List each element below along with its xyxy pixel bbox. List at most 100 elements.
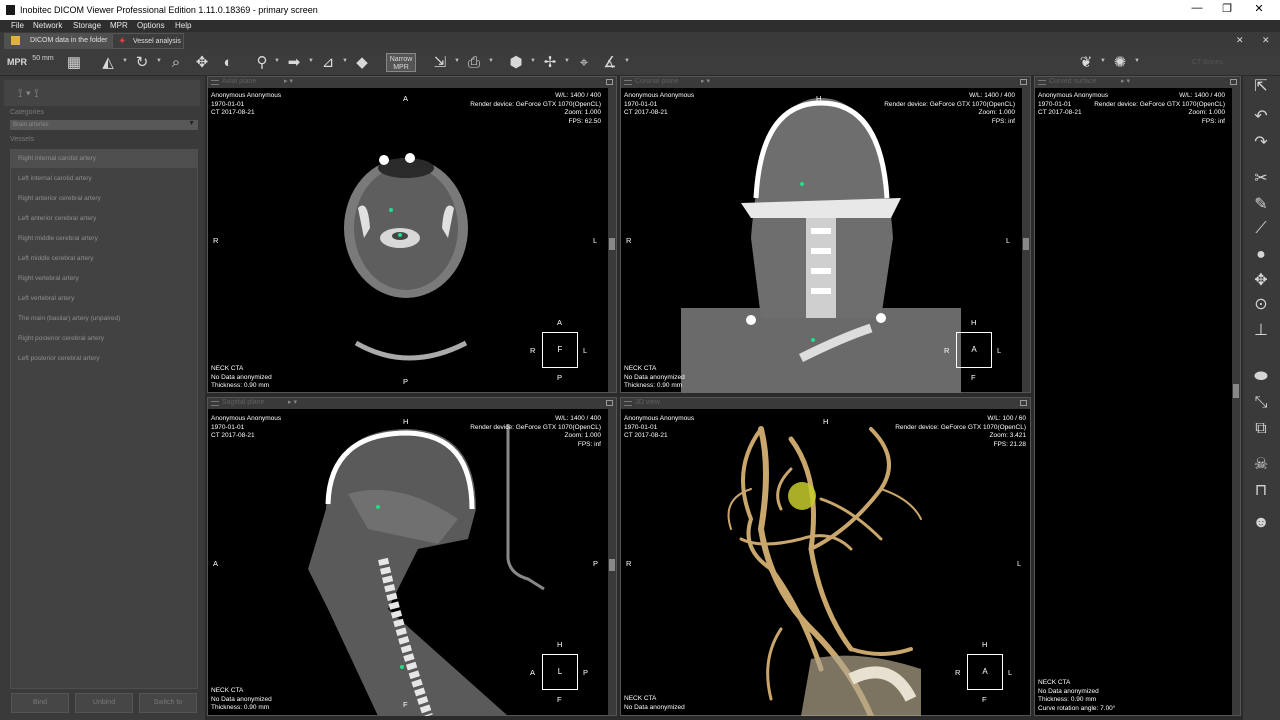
angle-icon[interactable]: ∡ bbox=[600, 53, 620, 72]
grip-icon[interactable] bbox=[211, 401, 219, 406]
cut-icon[interactable]: ✂ bbox=[1247, 168, 1275, 190]
viewport-menu-icon[interactable]: ▸ ▾ bbox=[1121, 77, 1130, 85]
zoom-icon[interactable]: ⌕ bbox=[166, 53, 186, 72]
probe-icon[interactable]: ⊥ bbox=[1247, 320, 1275, 342]
list-item[interactable]: Left middle cerebral artery bbox=[11, 250, 197, 268]
vertical-scrollbar[interactable] bbox=[608, 88, 616, 392]
menu-help[interactable]: Help bbox=[175, 21, 191, 30]
vessel-tool-icon[interactable]: ⟟ ▾ ⟟ bbox=[18, 86, 39, 101]
maximize-viewport-icon[interactable] bbox=[606, 400, 613, 406]
grip-icon[interactable] bbox=[624, 80, 632, 85]
layout-preset-button[interactable]: Narrow MPR bbox=[386, 53, 416, 72]
switch-to-button[interactable]: Switch to bbox=[139, 693, 197, 713]
series-description: NECK CTA bbox=[211, 365, 244, 372]
close-button[interactable]: ✕ bbox=[1244, 2, 1274, 18]
menu-mpr[interactable]: MPR bbox=[110, 21, 128, 30]
viewport-menu-icon[interactable]: ▸ ▾ bbox=[284, 77, 293, 85]
undo-icon[interactable]: ↶ bbox=[1247, 106, 1275, 128]
grip-icon[interactable] bbox=[624, 401, 632, 406]
close-tab-icon[interactable]: ✕ bbox=[1262, 35, 1270, 46]
maximize-viewport-icon[interactable] bbox=[1020, 400, 1027, 406]
cube-label-right: P bbox=[583, 668, 589, 677]
vertical-scrollbar[interactable] bbox=[1232, 88, 1240, 715]
list-item[interactable]: Left anterior cerebral artery bbox=[11, 210, 197, 228]
list-item[interactable]: Left vertebral artery bbox=[11, 290, 197, 308]
minimize-button[interactable]: — bbox=[1182, 2, 1212, 18]
menu-options[interactable]: Options bbox=[137, 21, 165, 30]
list-item[interactable]: Right middle cerebral artery bbox=[11, 230, 197, 248]
cube-icon[interactable]: ⬢ bbox=[506, 53, 526, 72]
measure-scale-button[interactable]: 50 mm bbox=[32, 53, 54, 72]
maximize-viewport-icon[interactable] bbox=[606, 79, 613, 85]
vertical-scrollbar[interactable] bbox=[608, 409, 616, 715]
coronal-viewport[interactable]: Coronal plane ▸ ▾ Anonymous Anonymous 19… bbox=[620, 76, 1031, 393]
tab-dicom-folder[interactable]: DICOM data in the folder bbox=[4, 33, 112, 49]
pan-icon[interactable]: ✥ bbox=[192, 53, 212, 72]
skull-icon[interactable]: ☠ bbox=[1247, 454, 1275, 476]
viewport-menu-icon[interactable]: ▸ ▾ bbox=[701, 77, 710, 85]
viewport-menu-icon[interactable]: ▸ ▾ bbox=[288, 398, 297, 406]
move3d-icon[interactable]: ✢ bbox=[540, 53, 560, 72]
crosshair-icon[interactable]: ⌖ bbox=[574, 53, 594, 72]
sphere-icon[interactable]: ● bbox=[1247, 244, 1275, 266]
target-icon[interactable]: ⊙ bbox=[1247, 294, 1275, 316]
orientation-cube[interactable]: A bbox=[956, 332, 992, 368]
head-icon[interactable]: ☻ bbox=[1247, 512, 1275, 534]
contrast-icon[interactable]: ◐ bbox=[218, 53, 238, 72]
maximize-viewport-icon[interactable] bbox=[1230, 79, 1237, 85]
redo-icon[interactable]: ↷ bbox=[1247, 132, 1275, 154]
orientation-cube[interactable]: F bbox=[542, 332, 578, 368]
list-item[interactable]: Right vertebral artery bbox=[11, 270, 197, 288]
arrow-icon[interactable]: ➡ bbox=[284, 53, 304, 72]
flip-icon[interactable]: ◭ bbox=[98, 53, 118, 72]
maximize-viewport-icon[interactable] bbox=[1020, 79, 1027, 85]
bind-button[interactable]: Bind bbox=[11, 693, 69, 713]
orientation-cube[interactable]: L bbox=[542, 654, 578, 690]
orientation-bottom: F bbox=[403, 700, 408, 709]
path-icon[interactable]: ⟋ bbox=[1247, 218, 1275, 240]
grip-icon[interactable] bbox=[211, 80, 219, 85]
zoom-level: Zoom: 3.421 bbox=[989, 432, 1027, 439]
layers-icon[interactable]: ⧉ bbox=[1247, 418, 1275, 440]
ruler-icon[interactable]: ⊿ bbox=[318, 53, 338, 72]
menu-storage[interactable]: Storage bbox=[73, 21, 101, 30]
unbind-button[interactable]: Unbind bbox=[75, 693, 133, 713]
print-icon[interactable]: ⎙ bbox=[464, 53, 484, 72]
capsule-icon[interactable]: ⬬ bbox=[1247, 366, 1275, 388]
mpr-button[interactable]: MPR bbox=[6, 53, 28, 72]
list-item[interactable]: Right posterior cerebral artery bbox=[11, 330, 197, 348]
brain-icon[interactable]: ❦ bbox=[1076, 53, 1096, 72]
list-item[interactable]: The main (basilar) artery (unpaired) bbox=[11, 310, 197, 328]
move-icon[interactable]: ✥ bbox=[1247, 270, 1275, 292]
eraser-icon[interactable]: ◆ bbox=[352, 53, 372, 72]
menu-network[interactable]: Network bbox=[33, 21, 62, 30]
rotate-icon[interactable]: ↻ bbox=[132, 53, 152, 72]
grip-icon[interactable] bbox=[1038, 80, 1046, 85]
zoom-level: Zoom: 1.000 bbox=[1188, 109, 1226, 116]
export-icon[interactable]: ⇲ bbox=[430, 53, 450, 72]
list-item[interactable]: Left internal carotid artery bbox=[11, 170, 197, 188]
selection-marker[interactable] bbox=[788, 482, 816, 510]
sagittal-viewport[interactable]: Sagittal plane ▸ ▾ Anonymous Anonymous 1… bbox=[207, 397, 617, 716]
menu-file[interactable]: File bbox=[11, 21, 24, 30]
table-icon[interactable]: ⊓ bbox=[1247, 480, 1275, 502]
grid-icon[interactable]: ▦ bbox=[64, 53, 84, 72]
export-view-icon[interactable]: ⇱ bbox=[1247, 76, 1275, 98]
window-level: W/L: 1400 / 400 bbox=[555, 415, 601, 422]
tab-vessel-analysis[interactable]: ✦ Vessel analysis bbox=[112, 33, 184, 49]
vertical-scrollbar[interactable] bbox=[1022, 88, 1030, 392]
curved-surface-viewport[interactable]: Curved surface ▸ ▾ Anonymous Anonymous 1… bbox=[1034, 76, 1241, 716]
axial-viewport[interactable]: Axial plane ▸ ▾ Anonymous Anonymous 1970… bbox=[207, 76, 617, 393]
orientation-cube[interactable]: A bbox=[967, 654, 1003, 690]
category-select[interactable]: Brain arteries ▼ bbox=[10, 120, 198, 130]
draw-icon[interactable]: ✎ bbox=[1247, 194, 1275, 216]
close-all-tabs-icon[interactable]: ✕ bbox=[1236, 35, 1244, 46]
list-item[interactable]: Right internal carotid artery bbox=[11, 150, 197, 168]
resize-icon[interactable]: ⤡ bbox=[1247, 392, 1275, 414]
settings3d-icon[interactable]: ✺ bbox=[1110, 53, 1130, 72]
marker-icon[interactable]: ⚲ bbox=[252, 53, 272, 72]
list-item[interactable]: Right anterior cerebral artery bbox=[11, 190, 197, 208]
maximize-button[interactable]: ❐ bbox=[1212, 2, 1242, 18]
list-item[interactable]: Left posterior cerebral artery bbox=[11, 350, 197, 368]
3d-viewport[interactable]: 3D view Anonymous Anonymous 1970-01-01 C… bbox=[620, 397, 1031, 716]
